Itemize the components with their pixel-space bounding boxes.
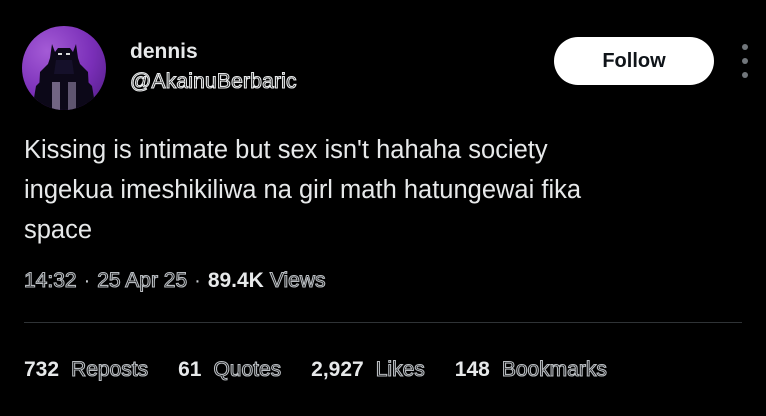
views-count: 89.4K — [207, 269, 264, 292]
divider — [24, 322, 742, 323]
ellipsis-dot — [742, 58, 748, 64]
likes-label: Likes — [375, 357, 425, 381]
views-label: Views — [269, 268, 326, 292]
quotes-count: 61 — [178, 358, 202, 381]
ellipsis-dot — [742, 72, 748, 78]
tweet-meta: 14:32 · 25 Apr 25 · 89.4K Views — [23, 266, 326, 296]
engagement-stats: 732 Reposts 61 Quotes 2,927 Likes 148 Bo… — [24, 354, 637, 386]
tweet-time[interactable]: 14:32 — [23, 266, 77, 296]
avatar[interactable] — [22, 26, 106, 110]
quotes-stat[interactable]: 61 Quotes — [178, 354, 282, 386]
quotes-label: Quotes — [213, 357, 282, 381]
separator-dot: · — [83, 270, 91, 292]
bookmarks-stat[interactable]: 148 Bookmarks — [454, 354, 608, 386]
bookmarks-label: Bookmarks — [501, 357, 607, 381]
ellipsis-dot — [742, 44, 748, 50]
likes-count: 2,927 — [311, 358, 364, 381]
display-name[interactable]: dennis — [130, 40, 198, 64]
follow-button[interactable]: Follow — [554, 37, 714, 85]
likes-stat[interactable]: 2,927 Likes — [311, 354, 425, 386]
bookmarks-count: 148 — [454, 358, 490, 381]
vertical-ellipsis-icon[interactable] — [735, 44, 755, 78]
reposts-label: Reposts — [70, 357, 149, 381]
tweet-card: dennis @AkainuBerbaric Follow Kissing is… — [0, 0, 766, 416]
batman-silhouette-icon — [32, 44, 96, 110]
separator-dot: · — [194, 270, 201, 292]
reposts-stat[interactable]: 732 Reposts — [24, 354, 149, 386]
user-handle[interactable]: @AkainuBerbaric — [129, 69, 297, 94]
reposts-count: 732 — [24, 358, 60, 381]
tweet-date[interactable]: 25 Apr 25 — [97, 266, 188, 296]
tweet-text: Kissing is intimate but sex isn't hahaha… — [24, 136, 582, 244]
